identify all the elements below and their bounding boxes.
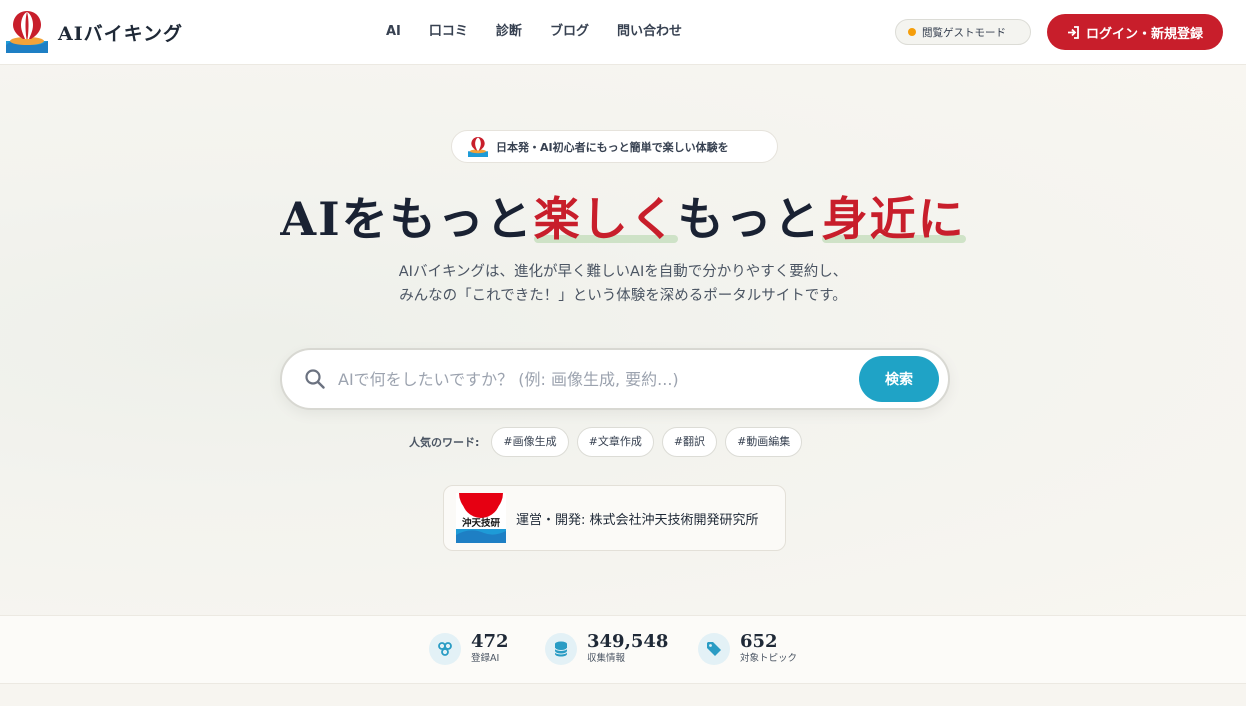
brand[interactable]: AIバイキング [6, 10, 183, 54]
tagline-text: 日本発・AI初心者にもっと簡単で楽しい体験を [496, 140, 729, 154]
company-logo-text: 沖天技研 [462, 517, 501, 529]
search-icon [305, 369, 325, 389]
balloon-logo-icon [468, 136, 488, 157]
login-register-button[interactable]: ログイン・新規登録 [1047, 14, 1223, 50]
nav-ai[interactable]: AI [372, 20, 415, 44]
nav-contact[interactable]: 問い合わせ [603, 20, 696, 44]
balloon-logo-icon [6, 11, 48, 53]
stats-bar: 472 登録AI 349,548 収集情報 652 対象トピック [0, 615, 1246, 684]
login-label: ログイン・新規登録 [1085, 26, 1203, 42]
search-button[interactable]: 検索 [859, 356, 939, 402]
guest-mode-badge: 閲覧ゲストモード [895, 19, 1031, 45]
headline-accent-fun: 楽しく [533, 183, 678, 249]
stat-collected-info: 349,548 収集情報 [545, 632, 668, 666]
stat-label: 対象トピック [740, 653, 798, 664]
guest-mode-label: 閲覧ゲストモード [922, 26, 1006, 39]
popular-label: 人気のワード: [409, 436, 480, 449]
stat-label: 収集情報 [587, 653, 626, 664]
nav-reviews[interactable]: 口コミ [415, 20, 482, 44]
headline-part1: AIをもっと [280, 192, 534, 246]
nav-diagnosis[interactable]: 診断 [482, 20, 536, 44]
popular-chip-image-generation[interactable]: #画像生成 [491, 427, 569, 457]
stat-value: 652 [740, 631, 778, 652]
nav-blog[interactable]: ブログ [536, 20, 603, 44]
database-icon [545, 633, 577, 665]
operator-text: 運営・開発: 株式会社沖天技術開発研究所 [516, 512, 759, 528]
stat-topics: 652 対象トピック [698, 632, 797, 666]
description-line2: みんなの「これできた！」という体験を深めるポータルサイトです。 [399, 288, 847, 304]
hero-headline: AIをもっと楽しくもっと身近に [0, 183, 1246, 249]
page-bottom [0, 684, 1246, 706]
stat-value: 349,548 [587, 631, 669, 652]
popular-words: 人気のワード: #画像生成 #文章作成 #翻訳 #動画編集 [409, 427, 810, 457]
hero-section: 日本発・AI初心者にもっと簡単で楽しい体験を AIをもっと楽しくもっと身近に A… [0, 65, 1246, 615]
headline-part2: もっと [677, 192, 822, 246]
company-logo-icon: 沖天技研 [456, 493, 506, 543]
tag-icon [698, 633, 730, 665]
popular-chip-writing[interactable]: #文章作成 [576, 427, 654, 457]
brand-name: AIバイキング [58, 22, 184, 45]
stat-value: 472 [471, 631, 509, 652]
headline-accent-close: 身近に [821, 183, 966, 249]
popular-chip-video-editing[interactable]: #動画編集 [725, 427, 803, 457]
operator-card[interactable]: 沖天技研 運営・開発: 株式会社沖天技術開発研究所 [443, 485, 786, 551]
robot-icon [429, 633, 461, 665]
site-header: AIバイキング AI 口コミ 診断 ブログ 問い合わせ 閲覧ゲストモード ログイ… [0, 0, 1246, 65]
hero-description: AIバイキングは、進化が早く難しいAIを自動で分かりやすく要約し、 みんなの「こ… [0, 260, 1246, 308]
tagline-pill: 日本発・AI初心者にもっと簡単で楽しい体験を [451, 130, 778, 163]
stat-label: 登録AI [471, 653, 500, 664]
status-dot-icon [908, 28, 916, 36]
stat-registered-ai: 472 登録AI [429, 632, 509, 666]
search-input[interactable] [338, 360, 838, 398]
main-nav: AI 口コミ 診断 ブログ 問い合わせ [372, 20, 696, 44]
sign-in-icon [1067, 25, 1079, 39]
popular-chip-translation[interactable]: #翻訳 [661, 427, 718, 457]
search-box: 検索 [280, 348, 950, 410]
description-line1: AIバイキングは、進化が早く難しいAIを自動で分かりやすく要約し、 [398, 264, 848, 280]
